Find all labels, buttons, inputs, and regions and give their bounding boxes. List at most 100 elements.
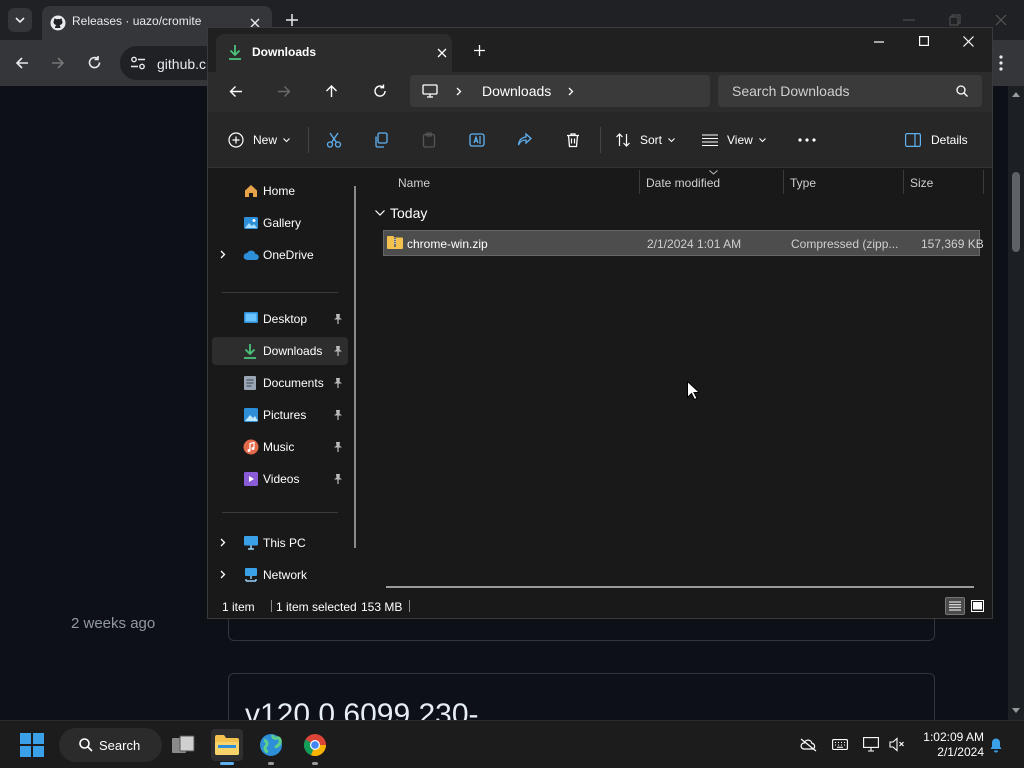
details-pane-button[interactable]: Details [905,126,975,154]
scroll-down-icon[interactable] [1012,708,1020,713]
pin-icon[interactable] [333,409,343,420]
forward-icon[interactable] [51,56,65,70]
scroll-thumb[interactable] [1012,172,1020,252]
chrome-minimize-icon[interactable] [903,19,915,21]
sort-button[interactable]: Sort [615,126,677,154]
column-header-date[interactable]: Date modified [646,176,720,190]
page-scrollbar[interactable] [1008,86,1024,720]
keyboard-icon[interactable] [832,739,848,750]
column-header-name[interactable]: Name [398,176,430,190]
nav-item-network[interactable]: Network [212,561,348,589]
release-version-heading[interactable]: v120.0.6099.230- [245,698,479,720]
column-header-type[interactable]: Type [790,176,816,190]
windows-start-icon[interactable] [20,733,44,757]
breadcrumb-bar[interactable]: Downloads [410,75,710,107]
column-header-size[interactable]: Size [910,176,933,190]
column-divider[interactable] [639,170,640,194]
more-options-icon[interactable] [798,138,816,142]
nav-item-onedrive[interactable]: OneDrive [212,241,348,269]
separator [308,127,309,153]
file-row[interactable]: chrome-win.zip 2/1/2024 1:01 AM Compress… [383,230,984,256]
taskbar-app-globe[interactable] [255,729,287,765]
cut-icon[interactable] [326,132,342,148]
pin-icon[interactable] [333,441,343,452]
taskbar-chrome[interactable] [299,729,331,765]
up-arrow-icon[interactable] [325,84,338,98]
pin-icon[interactable] [333,473,343,484]
nav-label-gallery: Gallery [263,216,302,230]
nav-item-home[interactable]: Home [212,177,348,205]
group-header-today[interactable]: Today [390,205,427,221]
search-icon[interactable] [956,85,968,97]
maximize-icon[interactable] [919,36,929,46]
new-button[interactable]: New [228,126,294,154]
nav-item-videos[interactable]: Videos [212,465,348,493]
nav-label-desktop: Desktop [263,312,308,326]
taskbar-clock[interactable]: 1:02:09 AM 2/1/2024 [900,730,984,760]
pin-icon[interactable] [333,313,343,324]
taskbar-search[interactable]: Search [59,728,162,762]
breadcrumb-downloads[interactable]: Downloads [482,83,551,99]
explorer-tab-downloads[interactable]: Downloads [216,34,452,72]
search-icon [79,738,93,752]
pin-icon[interactable] [333,377,343,388]
github-icon [50,15,66,31]
reload-icon[interactable] [87,55,102,70]
large-icons-view-button[interactable] [968,597,986,615]
folder-icon [215,735,239,755]
details-view-button[interactable] [945,597,965,615]
task-view-button[interactable] [167,729,199,761]
chevron-right-icon[interactable] [568,87,574,96]
delete-icon[interactable] [565,132,581,148]
nav-scrollbar[interactable] [354,186,356,548]
nav-item-downloads[interactable]: Downloads [212,337,348,365]
search-input[interactable]: Search Downloads [718,75,982,107]
pin-icon[interactable] [333,345,343,356]
column-divider[interactable] [903,170,904,194]
chrome-menu-icon[interactable] [999,55,1003,71]
nav-item-documents[interactable]: Documents [212,369,348,397]
column-divider[interactable] [983,170,984,194]
forward-icon[interactable] [277,85,291,98]
chevron-down-icon[interactable] [375,210,385,216]
back-icon[interactable] [15,56,29,70]
close-tab-icon[interactable] [437,48,447,58]
nav-item-desktop[interactable]: Desktop [212,305,348,333]
chevron-right-icon[interactable] [220,570,226,579]
chrome-restore-icon[interactable] [949,14,961,26]
horizontal-scrollbar[interactable] [386,586,974,588]
minimize-icon[interactable] [874,41,884,43]
new-tab-icon[interactable] [286,14,298,26]
new-tab-icon[interactable] [474,45,485,56]
onedrive-offline-icon[interactable] [800,738,817,752]
nav-item-this-pc[interactable]: This PC [212,529,348,557]
sort-button-label: Sort [640,133,663,147]
notification-bell-icon[interactable] [989,737,1003,753]
chevron-right-icon[interactable] [456,87,462,96]
chevron-right-icon[interactable] [220,250,226,259]
view-button[interactable]: View [702,126,768,154]
column-divider[interactable] [783,170,784,194]
status-bar: 1 item 1 item selected 153 MB [208,592,992,618]
share-icon[interactable] [517,132,533,148]
chrome-close-icon[interactable] [995,14,1007,26]
view-lines-icon [702,134,718,146]
nav-item-music[interactable]: Music [212,433,348,461]
scroll-up-icon[interactable] [1012,92,1020,97]
copy-icon[interactable] [373,132,389,148]
refresh-icon[interactable] [373,84,387,98]
back-icon[interactable] [229,85,243,98]
nav-item-gallery[interactable]: Gallery [212,209,348,237]
nav-item-pictures[interactable]: Pictures [212,401,348,429]
close-icon[interactable] [963,36,974,47]
rename-icon[interactable] [469,132,485,148]
tab-search-button[interactable] [8,8,32,32]
paste-icon[interactable] [421,132,437,148]
taskbar-file-explorer[interactable] [211,729,243,765]
details-view-icon [949,601,961,611]
nav-label-onedrive: OneDrive [263,248,314,262]
chevron-right-icon[interactable] [220,538,226,547]
site-settings-icon[interactable] [130,56,146,70]
network-status-icon[interactable] [863,737,879,752]
release-card: v120.0.6099.230- [228,673,935,720]
